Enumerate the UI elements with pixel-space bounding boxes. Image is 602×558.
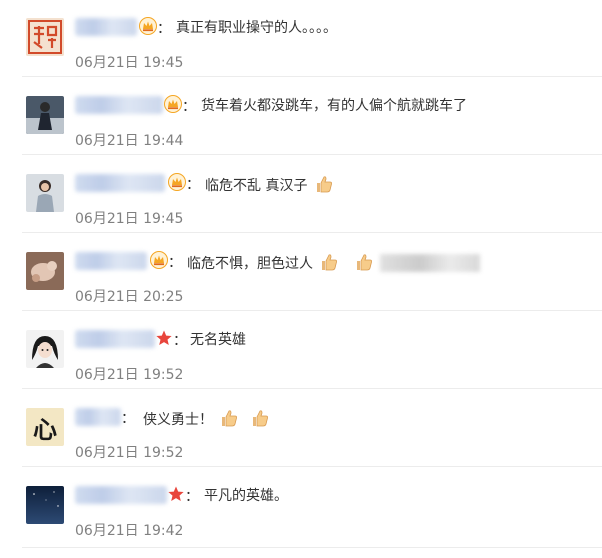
separator [22, 76, 602, 77]
username-blurred[interactable] [75, 408, 121, 426]
blurred-content [380, 254, 480, 272]
separator [22, 547, 602, 548]
avatar[interactable]: 心 [26, 408, 64, 446]
comment-time: 06月21日 20:25 [75, 289, 184, 305]
username-blurred[interactable] [75, 252, 147, 270]
username-blurred[interactable] [75, 96, 163, 114]
colon: ： [173, 333, 187, 349]
heart-char-avatar-icon: 心 [33, 414, 57, 444]
comment-text: 侠义勇士！ [143, 408, 272, 430]
comment-text: 平凡的英雄。 [204, 488, 288, 504]
thumbs-up-icon [356, 254, 372, 271]
username-blurred[interactable] [75, 486, 167, 504]
comment-row: ： 临危不乱 真汉子 06月21日 19:45 [0, 156, 602, 233]
comment-time: 06月21日 19:42 [75, 523, 184, 539]
crown-icon[interactable] [139, 17, 157, 35]
colon: ： [182, 99, 196, 115]
avatar[interactable] [26, 252, 64, 290]
person-avatar-icon [26, 174, 64, 212]
seal-avatar-icon [26, 18, 64, 56]
username-blurred[interactable] [75, 330, 155, 348]
colon: ： [157, 21, 171, 37]
avatar[interactable] [26, 486, 64, 524]
comment-row: ： 临危不惧，胆色过人 06月21日 20:25 [0, 234, 602, 311]
separator [22, 232, 602, 233]
comment-text-content: 临危不乱 真汉子 [205, 178, 308, 194]
pet-avatar-icon [26, 252, 64, 290]
colon: ： [168, 255, 182, 271]
avatar[interactable] [26, 330, 64, 368]
username-blurred[interactable] [75, 18, 137, 36]
star-icon[interactable] [155, 329, 173, 347]
separator [22, 466, 602, 467]
comment-text: 真正有职业操守的人。。。。 [176, 20, 337, 36]
comment-text: 临危不乱 真汉子 [205, 174, 336, 196]
comment-row: 心 ： 侠义勇士！ 06月21日 19:52 [0, 390, 602, 467]
username-blurred[interactable] [75, 174, 165, 192]
crown-icon[interactable] [164, 95, 182, 113]
separator [22, 388, 602, 389]
anime-avatar-icon [26, 330, 64, 368]
crown-icon[interactable] [150, 251, 168, 269]
comment-row: ： 真正有职业操守的人。。。。 06月21日 19:45 [0, 0, 602, 77]
comment-time: 06月21日 19:52 [75, 367, 184, 383]
colon: ： [186, 177, 200, 193]
comment-text-content: 临危不惧，胆色过人 [187, 256, 313, 272]
separator [22, 310, 602, 311]
person-avatar-icon [26, 96, 64, 134]
comment-row: ： 无名英雄 06月21日 19:52 [0, 312, 602, 389]
colon: ： [185, 489, 199, 505]
comment-text-content: 侠义勇士！ [143, 412, 213, 428]
thumbs-up-icon [322, 254, 338, 271]
avatar[interactable] [26, 96, 64, 134]
comment-text: 无名英雄 [190, 332, 246, 348]
comment-time: 06月21日 19:44 [75, 133, 184, 149]
comment-time: 06月21日 19:52 [75, 445, 184, 461]
comment-time: 06月21日 19:45 [75, 211, 184, 227]
comment-row: ： 平凡的英雄。 06月21日 19:42 [0, 468, 602, 548]
separator [22, 154, 602, 155]
comment-time: 06月21日 19:45 [75, 55, 184, 71]
comment-text: 货车着火都没跳车，有的人偏个航就跳车了 [201, 98, 467, 114]
colon: ： [121, 411, 135, 427]
comment-row: ： 货车着火都没跳车，有的人偏个航就跳车了 06月21日 19:44 [0, 78, 602, 155]
thumbs-up-icon [252, 410, 268, 427]
avatar[interactable] [26, 18, 64, 56]
star-icon[interactable] [167, 485, 185, 503]
comment-text: 临危不惧，胆色过人 [187, 252, 376, 274]
avatar[interactable] [26, 174, 64, 212]
thumbs-up-icon [316, 176, 332, 193]
thumbs-up-icon [222, 410, 238, 427]
night-sky-avatar-icon [26, 486, 64, 524]
crown-icon[interactable] [168, 173, 186, 191]
